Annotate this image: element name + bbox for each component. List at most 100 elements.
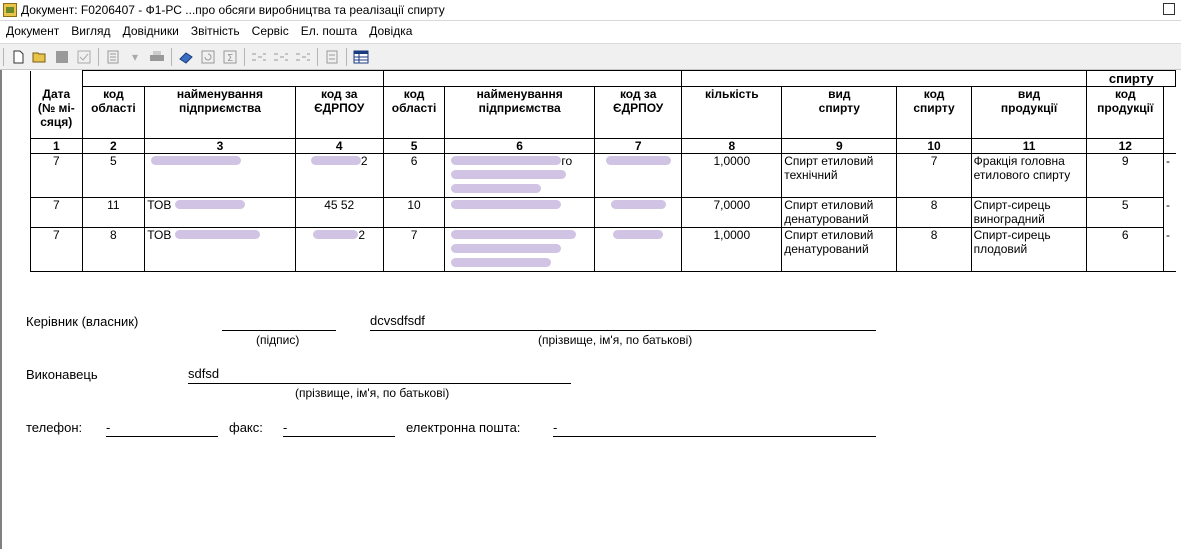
cell-spirit-code[interactable]: 8 — [896, 197, 972, 228]
svg-text:Σ: Σ — [227, 53, 233, 64]
window-title: Документ: F0206407 - Ф1-РС ...про обсяги… — [21, 3, 445, 17]
cell-spirit-type[interactable]: Спирт етиловий денатурований — [781, 197, 898, 228]
cell-enterprise-name-2[interactable]: го — [444, 153, 595, 198]
cell-edrpou-2[interactable] — [593, 153, 683, 198]
sum-icon[interactable]: Σ — [221, 48, 239, 66]
header-enterprise-name: найменування підприємства — [144, 86, 296, 139]
cell-edrpou[interactable]: 2 — [294, 153, 384, 198]
check-icon[interactable] — [75, 48, 93, 66]
menu-reports[interactable]: Звітність — [185, 24, 246, 38]
cell-date[interactable]: 7 — [30, 153, 83, 198]
list-icon[interactable] — [104, 48, 122, 66]
cell-date[interactable]: 7 — [30, 227, 83, 272]
col-number: 8 — [681, 138, 783, 154]
maximize-icon[interactable] — [1163, 3, 1175, 15]
cell-enterprise-name[interactable] — [144, 153, 296, 198]
cell-spirit-code[interactable]: 7 — [896, 153, 972, 198]
menu-email[interactable]: Ел. пошта — [295, 24, 364, 38]
cell-quantity[interactable]: 1,0000 — [681, 153, 783, 198]
cell-enterprise-name[interactable]: ТОВ — [144, 197, 296, 228]
cell-product-code[interactable]: 6 — [1086, 227, 1165, 272]
menu-service[interactable]: Сервіс — [246, 24, 295, 38]
head-name-value[interactable]: dcvsdfsdf — [370, 313, 425, 328]
cell-region-code-2[interactable]: 6 — [382, 153, 446, 198]
header-enterprise-name-2: найменування підприємства — [444, 86, 595, 139]
cell-spirit-type[interactable]: Спирт етиловий денатурований — [781, 227, 898, 272]
fax-field[interactable] — [283, 436, 395, 437]
open-icon[interactable] — [31, 48, 49, 66]
col-number: 6 — [444, 138, 595, 154]
header-product-type: вид продукції — [970, 86, 1088, 139]
cell-spirit-type[interactable]: Спирт етиловий технічний — [781, 153, 898, 198]
cell-region-code[interactable]: 8 — [81, 227, 146, 272]
chevron-down-icon[interactable]: ▾ — [126, 48, 144, 66]
head-label: Керівник (власник) — [26, 314, 139, 329]
col-number: 3 — [144, 138, 296, 154]
print-icon[interactable] — [148, 48, 166, 66]
cell-product-code[interactable]: 5 — [1086, 197, 1165, 228]
cell-extra[interactable]: - — [1163, 197, 1176, 228]
table-row[interactable]: 7 8 ТОВ 2 7 1,0000 Спирт етиловий денату… — [30, 227, 1181, 272]
col-number: 9 — [781, 138, 898, 154]
toolbar: ▾ Σ — [0, 43, 1181, 70]
cell-region-code[interactable]: 5 — [81, 153, 146, 198]
cell-date[interactable]: 7 — [30, 197, 83, 228]
cell-region-code[interactable]: 11 — [81, 197, 146, 228]
executor-name-field[interactable] — [188, 383, 571, 384]
cell-spirit-code[interactable]: 8 — [896, 227, 972, 272]
email-field[interactable] — [553, 436, 876, 437]
cell-enterprise-name-2[interactable] — [444, 227, 595, 272]
menu-directories[interactable]: Довідники — [117, 24, 185, 38]
head-name-caption: (прізвище, ім'я, по батькові) — [538, 333, 693, 347]
cell-enterprise-name[interactable]: ТОВ — [144, 227, 296, 272]
cell-product-type[interactable]: Спирт-сирець виноградний — [970, 197, 1088, 228]
cell-product-type[interactable]: Спирт-сирець плодовий — [970, 227, 1088, 272]
cell-quantity[interactable]: 7,0000 — [681, 197, 783, 228]
cell-extra[interactable]: - — [1163, 227, 1176, 272]
new-icon[interactable] — [9, 48, 27, 66]
col-number: 10 — [896, 138, 972, 154]
menu-document[interactable]: Документ — [0, 24, 65, 38]
email-label: електронна пошта: — [406, 420, 521, 435]
menu-view[interactable]: Вигляд — [65, 24, 116, 38]
cell-edrpou-2[interactable] — [593, 227, 683, 272]
calc-icon[interactable] — [323, 48, 341, 66]
col-number: 1 — [30, 138, 83, 154]
grid3-icon[interactable] — [294, 48, 312, 66]
grid2-icon[interactable] — [272, 48, 290, 66]
phone-field[interactable] — [106, 436, 218, 437]
cell-product-type[interactable]: Фракція головна етилового спирту — [970, 153, 1088, 198]
table-row[interactable]: 7 5 2 6 го 1,0000 Спирт етиловий технічн… — [30, 153, 1181, 198]
phone-value[interactable]: - — [106, 420, 110, 435]
grid-icon[interactable] — [250, 48, 268, 66]
cell-edrpou[interactable]: 2 — [294, 227, 384, 272]
signature-field[interactable] — [222, 330, 336, 331]
toolbar-separator — [98, 47, 99, 66]
app-icon — [3, 3, 17, 17]
head-name-field[interactable] — [370, 330, 876, 331]
save-icon[interactable] — [53, 48, 71, 66]
document-area: спирту Дата (№ мі- сяця) код області най… — [0, 70, 1181, 549]
toolbar-separator — [3, 47, 4, 66]
header-quantity: кількість — [681, 86, 783, 139]
group-header-row: спирту — [30, 70, 1181, 87]
cell-quantity[interactable]: 1,0000 — [681, 227, 783, 272]
cell-enterprise-name-2[interactable] — [444, 197, 595, 228]
report-table: спирту Дата (№ мі- сяця) код області най… — [30, 70, 1181, 272]
cell-region-code-2[interactable]: 10 — [382, 197, 446, 228]
eraser-icon[interactable] — [177, 48, 195, 66]
table-row[interactable]: 7 11 ТОВ 45 52 10 7,0000 Спирт етиловий … — [30, 197, 1181, 228]
menu-help[interactable]: Довідка — [363, 24, 418, 38]
table-icon[interactable] — [352, 48, 370, 66]
executor-name-value[interactable]: sdfsd — [188, 366, 219, 381]
fax-value[interactable]: - — [283, 420, 287, 435]
email-value[interactable]: - — [553, 420, 557, 435]
cell-product-code[interactable]: 9 — [1086, 153, 1165, 198]
col-number: 2 — [81, 138, 146, 154]
cell-edrpou-2[interactable] — [593, 197, 683, 228]
refresh-icon[interactable] — [199, 48, 217, 66]
cell-region-code-2[interactable]: 7 — [382, 227, 446, 272]
cell-extra[interactable]: - — [1163, 153, 1176, 198]
cell-edrpou[interactable]: 45 52 — [294, 197, 384, 228]
col-number: 11 — [970, 138, 1088, 154]
